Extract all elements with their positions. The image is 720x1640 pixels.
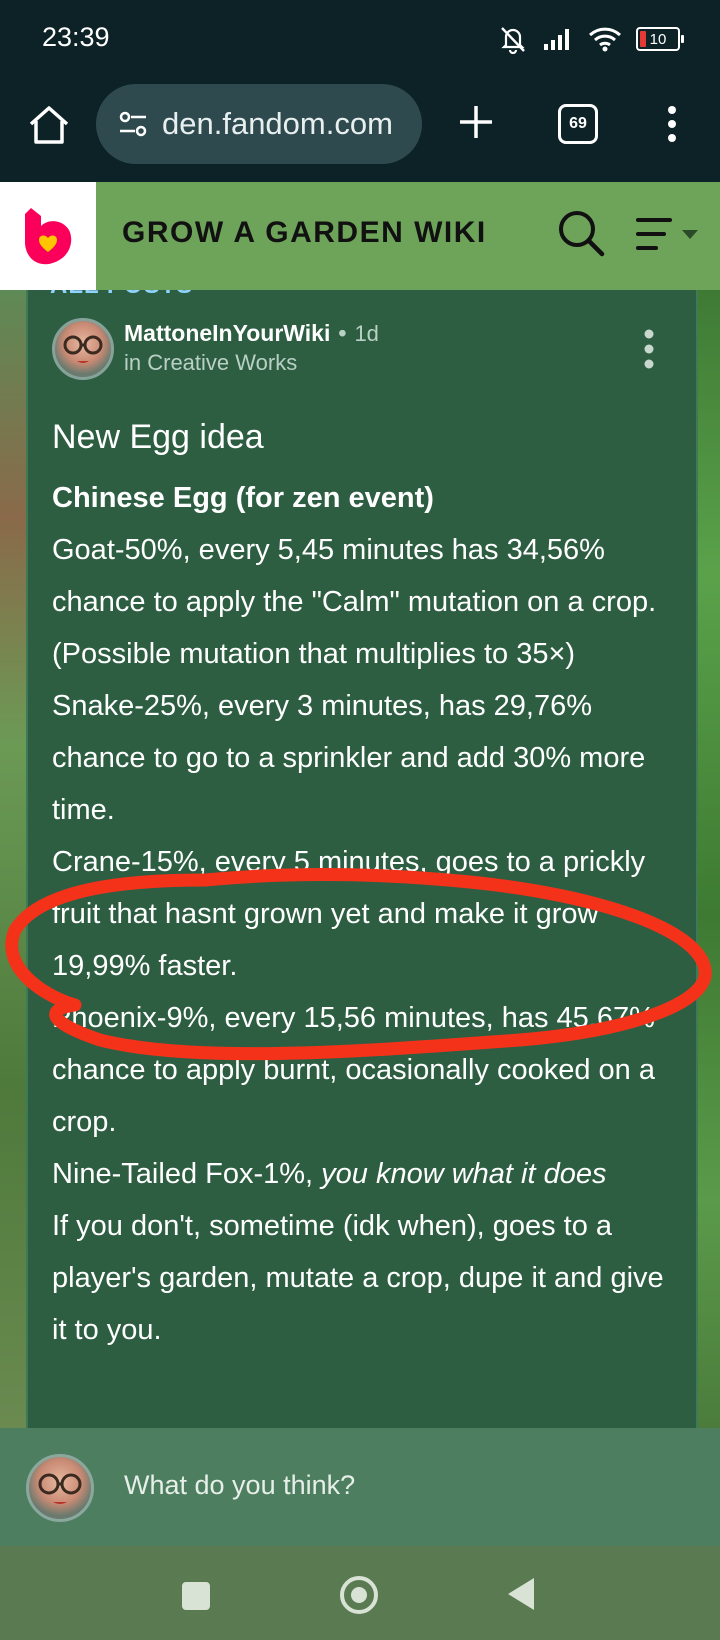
mute-bell-icon [501,27,525,54]
user-avatar[interactable] [26,1454,94,1522]
post-line-phoenix: Phoenix-9%, every 15,56 minutes, has 45,… [52,1002,655,1138]
signal-icon [544,29,569,50]
fox-line-italic: you know what it does [321,1158,607,1190]
fox-line-prefix: Nine-Tailed Fox-1%, [52,1158,322,1190]
post-heading: Chinese Egg (for zen event) [52,482,434,514]
menu-icon[interactable] [636,214,700,254]
post-card: ALL POSTS MattoneInYourWiki • 1d in Creati… [26,290,698,1428]
search-icon[interactable] [556,208,606,258]
back-icon[interactable] [508,1578,534,1610]
post-title: New Egg idea [52,418,264,456]
post-line-last: If you don't, sometime (idk when), goes … [52,1210,664,1346]
home-icon[interactable] [26,102,72,148]
home-icon[interactable] [340,1576,378,1614]
back-link-all-posts[interactable]: ALL POSTS [50,290,193,300]
wifi-icon [588,27,622,52]
background-scenery-left [0,290,26,1428]
author-avatar[interactable] [52,318,114,380]
post-line-goat: Goat-50%, every 5,45 minutes has 34,56% … [52,534,657,670]
battery-icon: 10 [636,27,684,51]
new-tab-plus-icon[interactable] [454,100,498,144]
post-options-icon[interactable] [642,328,656,370]
fandom-logo[interactable] [0,182,96,290]
post-category[interactable]: in Creative Works [124,350,297,376]
wiki-title[interactable]: GROW A GARDEN WIKI [122,216,487,250]
tabs-icon[interactable]: 69 [558,104,598,144]
avatar-glasses-icon [38,1473,82,1504]
fandom-flame-icon [25,208,72,265]
avatar-glasses-icon [63,335,103,363]
battery-level: 10 [649,30,667,48]
status-icons: 10 [498,24,684,54]
post-body: Chinese Egg (for zen event) Goat-50%, ev… [52,472,678,1356]
post-author[interactable]: MattoneInYourWiki • 1d [124,320,379,347]
comment-bar[interactable]: What do you think? [0,1428,720,1546]
tab-count: 69 [569,115,587,132]
status-time: 23:39 [42,22,110,52]
address-bar[interactable]: den.fandom.com [96,84,422,164]
author-name[interactable]: MattoneInYourWiki [124,320,330,346]
post-time: 1d [354,321,379,346]
status-bar: 23:39 10 [0,0,720,80]
overflow-menu-icon[interactable] [660,102,684,146]
meta-separator: • [338,320,347,346]
comment-input[interactable]: What do you think? [124,1470,355,1501]
wiki-header: GROW A GARDEN WIKI [0,182,720,290]
site-settings-icon[interactable] [116,107,150,141]
recents-icon[interactable] [182,1582,210,1610]
browser-toolbar: den.fandom.com 69 [0,80,720,182]
post-line-snake: Snake-25%, every 3 minutes, has 29,76% c… [52,690,646,826]
url-text[interactable]: den.fandom.com [162,106,412,142]
system-nav-bar [0,1546,720,1640]
post-line-fox: Nine-Tailed Fox-1%, you know what it doe… [52,1148,678,1200]
post-line-crane: Crane-15%, every 5 minutes, goes to a pr… [52,846,646,982]
